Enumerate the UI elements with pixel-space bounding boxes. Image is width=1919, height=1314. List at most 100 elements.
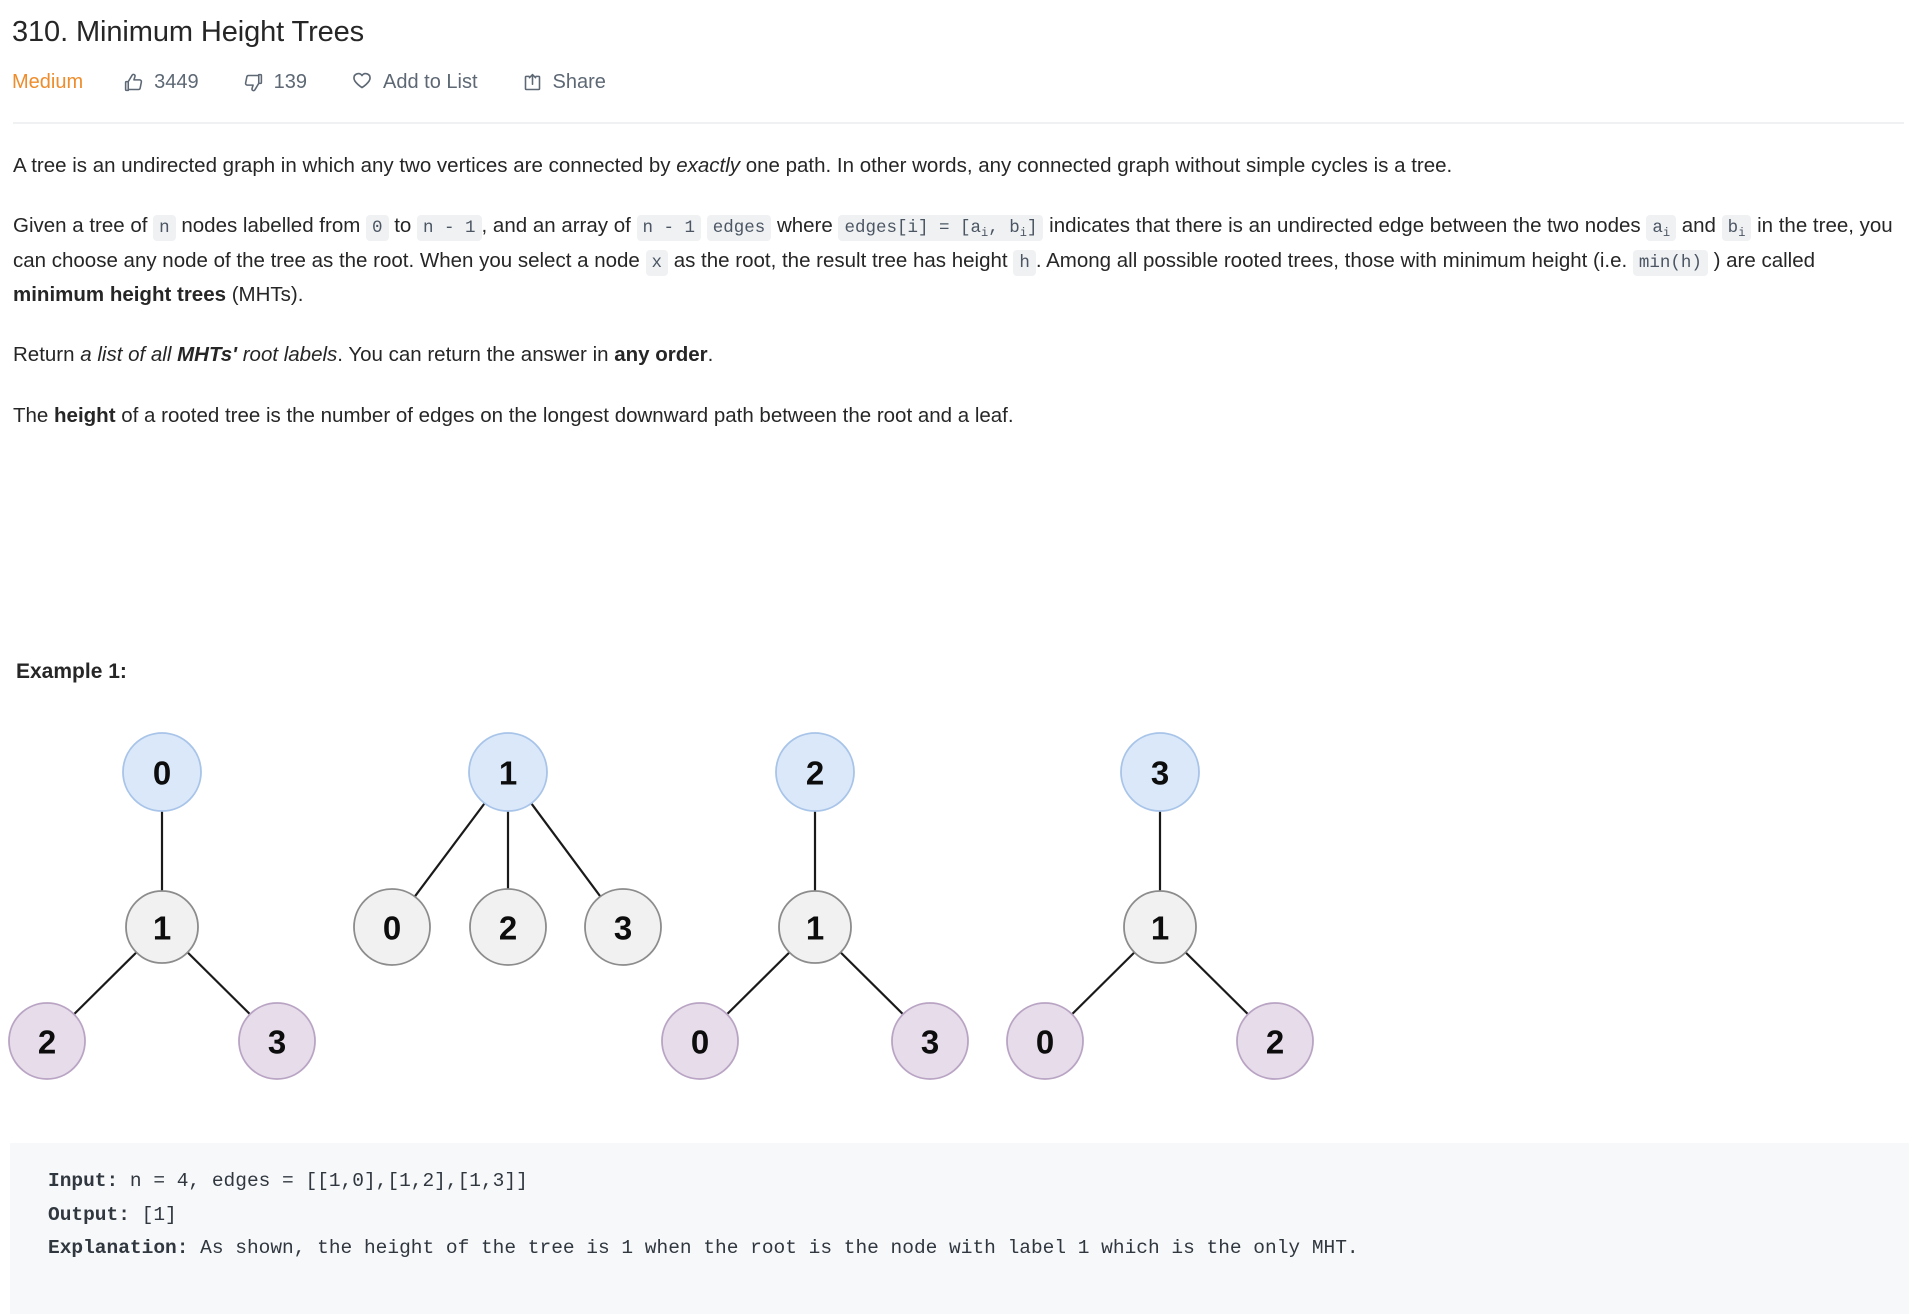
like-button[interactable]: 3449	[123, 72, 199, 93]
tree-node-label: 1	[806, 910, 824, 947]
share-icon	[522, 72, 543, 93]
text-fragment: nodes labelled from	[175, 214, 366, 238]
thumbs-up-icon	[123, 72, 144, 93]
tree-rooted-at-1: 1 0 2 3	[353, 732, 662, 966]
header-divider	[13, 121, 1904, 124]
code-edges-i-assignment: edges[i] = [ai, bi]	[838, 215, 1044, 242]
tree-node-label: 3	[614, 910, 632, 947]
tree-node-label: 3	[1151, 755, 1169, 792]
subscript-i: i	[1738, 226, 1746, 241]
add-to-list-label: Add to List	[383, 71, 478, 94]
tree-node-label: 3	[921, 1024, 939, 1061]
tree-node-label: 0	[691, 1024, 709, 1061]
paragraph-height: The height of a rooted tree is the numbe…	[13, 399, 1906, 433]
share-label: Share	[552, 71, 606, 94]
code-edges: edges	[706, 215, 772, 242]
input-value: n = 4, edges = [[1,0],[1,2],[1,3]]	[118, 1170, 528, 1192]
text-fragment: as the root, the result tree has height	[668, 248, 1014, 272]
subscript-i: i	[981, 226, 989, 241]
code-min-h: min(h)	[1632, 249, 1708, 276]
tree-node-label: 0	[153, 755, 171, 792]
tree-node-label: 2	[38, 1024, 56, 1061]
like-count: 3449	[154, 71, 199, 94]
thumbs-down-icon	[243, 72, 264, 93]
tree-node-label: 1	[153, 910, 171, 947]
paragraph-definition: A tree is an undirected graph in which a…	[13, 149, 1906, 183]
code-fragment: edges[i] = [a	[844, 218, 982, 239]
text-fragment: a list of all	[80, 343, 178, 367]
code-n-minus-1: n - 1	[417, 215, 482, 242]
tree-edge	[413, 802, 486, 898]
strong-height: height	[54, 403, 116, 427]
explanation-label: Explanation:	[48, 1237, 189, 1260]
text-fragment: Given a tree of	[13, 214, 154, 238]
text-fragment: root labels	[237, 343, 338, 367]
heart-icon	[351, 71, 373, 93]
text-fragment: indicates that there is an undirected ed…	[1043, 214, 1647, 238]
tree-node-label: 1	[1151, 910, 1169, 947]
output-label: Output:	[48, 1203, 130, 1226]
share-button[interactable]: Share	[522, 72, 606, 93]
tree-node-label: 2	[499, 910, 517, 947]
tree-edge	[1071, 951, 1136, 1016]
code-fragment: , b	[988, 218, 1020, 239]
add-to-list-button[interactable]: Add to List	[351, 71, 478, 93]
text-fragment: A tree is an undirected graph in which a…	[13, 153, 677, 177]
text-fragment: where	[771, 214, 839, 238]
emphasis-list-of-all: a list of all MHTs' root labels	[80, 343, 337, 366]
difficulty-badge: Medium	[12, 70, 84, 93]
text-fragment: of a rooted tree is the number of edges …	[115, 403, 1014, 427]
code-fragment: b	[1727, 218, 1739, 239]
tree-node-label: 0	[383, 910, 401, 947]
tree-node-label: 3	[268, 1024, 286, 1061]
tree-rooted-at-3: 3 1 0 2	[1006, 732, 1314, 1080]
example-code-block: Input: n = 4, edges = [[1,0],[1,2],[1,3]…	[10, 1143, 1909, 1314]
page-title: 310. Minimum Height Trees	[12, 16, 365, 48]
tree-edge	[839, 951, 904, 1016]
output-value: [1]	[129, 1203, 177, 1226]
strong-mhts: MHTs'	[177, 343, 238, 367]
tree-edge	[1184, 951, 1249, 1016]
tree-edge	[530, 802, 602, 898]
problem-page: 310. Minimum Height Trees Medium 3449 13…	[0, 0, 1919, 1314]
code-fragment: a	[1652, 218, 1663, 239]
text-fragment: and	[1676, 214, 1722, 238]
paragraph-given-tree: Given a tree of n nodes labelled from 0 …	[13, 209, 1906, 312]
code-fragment: ]	[1026, 218, 1038, 239]
code-x: x	[645, 249, 669, 276]
example-heading: Example 1:	[16, 660, 127, 683]
text-fragment: , and an array of	[481, 214, 637, 238]
code-h: h	[1013, 249, 1036, 276]
tree-node-label: 0	[1036, 1024, 1054, 1061]
tree-edge	[726, 951, 791, 1016]
dislike-button[interactable]: 139	[243, 72, 307, 93]
code-n: n	[153, 215, 176, 242]
emphasis-exactly: exactly	[676, 153, 741, 177]
text-fragment: (MHTs).	[226, 283, 304, 306]
text-fragment: . You can return the answer in	[337, 343, 615, 367]
text-fragment: to	[388, 214, 418, 238]
dislike-count: 139	[273, 71, 308, 94]
example-tree-diagram: 0 1 2 3 1 0 2 3 2 1 0 3 3 1 0 2	[0, 714, 1919, 1144]
tree-node-label: 2	[1266, 1024, 1284, 1061]
tree-node-label: 2	[806, 755, 824, 792]
problem-meta-row: Medium 3449 139 Add to List Share	[10, 52, 1909, 94]
input-label: Input:	[48, 1170, 119, 1192]
paragraph-return: Return a list of all MHTs' root labels. …	[13, 338, 1906, 372]
strong-minimum-height-trees: minimum height trees	[13, 283, 227, 306]
tree-node-label: 1	[499, 755, 517, 792]
text-fragment: ) are called	[1707, 248, 1816, 272]
subscript-i: i	[1662, 226, 1671, 241]
explanation-value: As shown, the height of the tree is 1 wh…	[188, 1237, 1359, 1260]
text-fragment: The	[13, 403, 55, 427]
text-fragment: one path. In other words, any connected …	[740, 153, 1453, 177]
tree-svg: 0 1 2 3 1 0 2 3 2 1 0 3 3 1 0 2	[8, 732, 1314, 1080]
tree-edge	[186, 951, 251, 1016]
code-n-minus-1-second: n - 1	[636, 215, 702, 242]
subscript-i: i	[1019, 226, 1027, 241]
text-fragment: . Among all possible rooted trees, those…	[1035, 248, 1633, 272]
code-b-i: bi	[1721, 215, 1752, 242]
tree-edge	[73, 951, 138, 1016]
text-fragment: .	[707, 343, 714, 367]
problem-description: A tree is an undirected graph in which a…	[10, 149, 1909, 434]
